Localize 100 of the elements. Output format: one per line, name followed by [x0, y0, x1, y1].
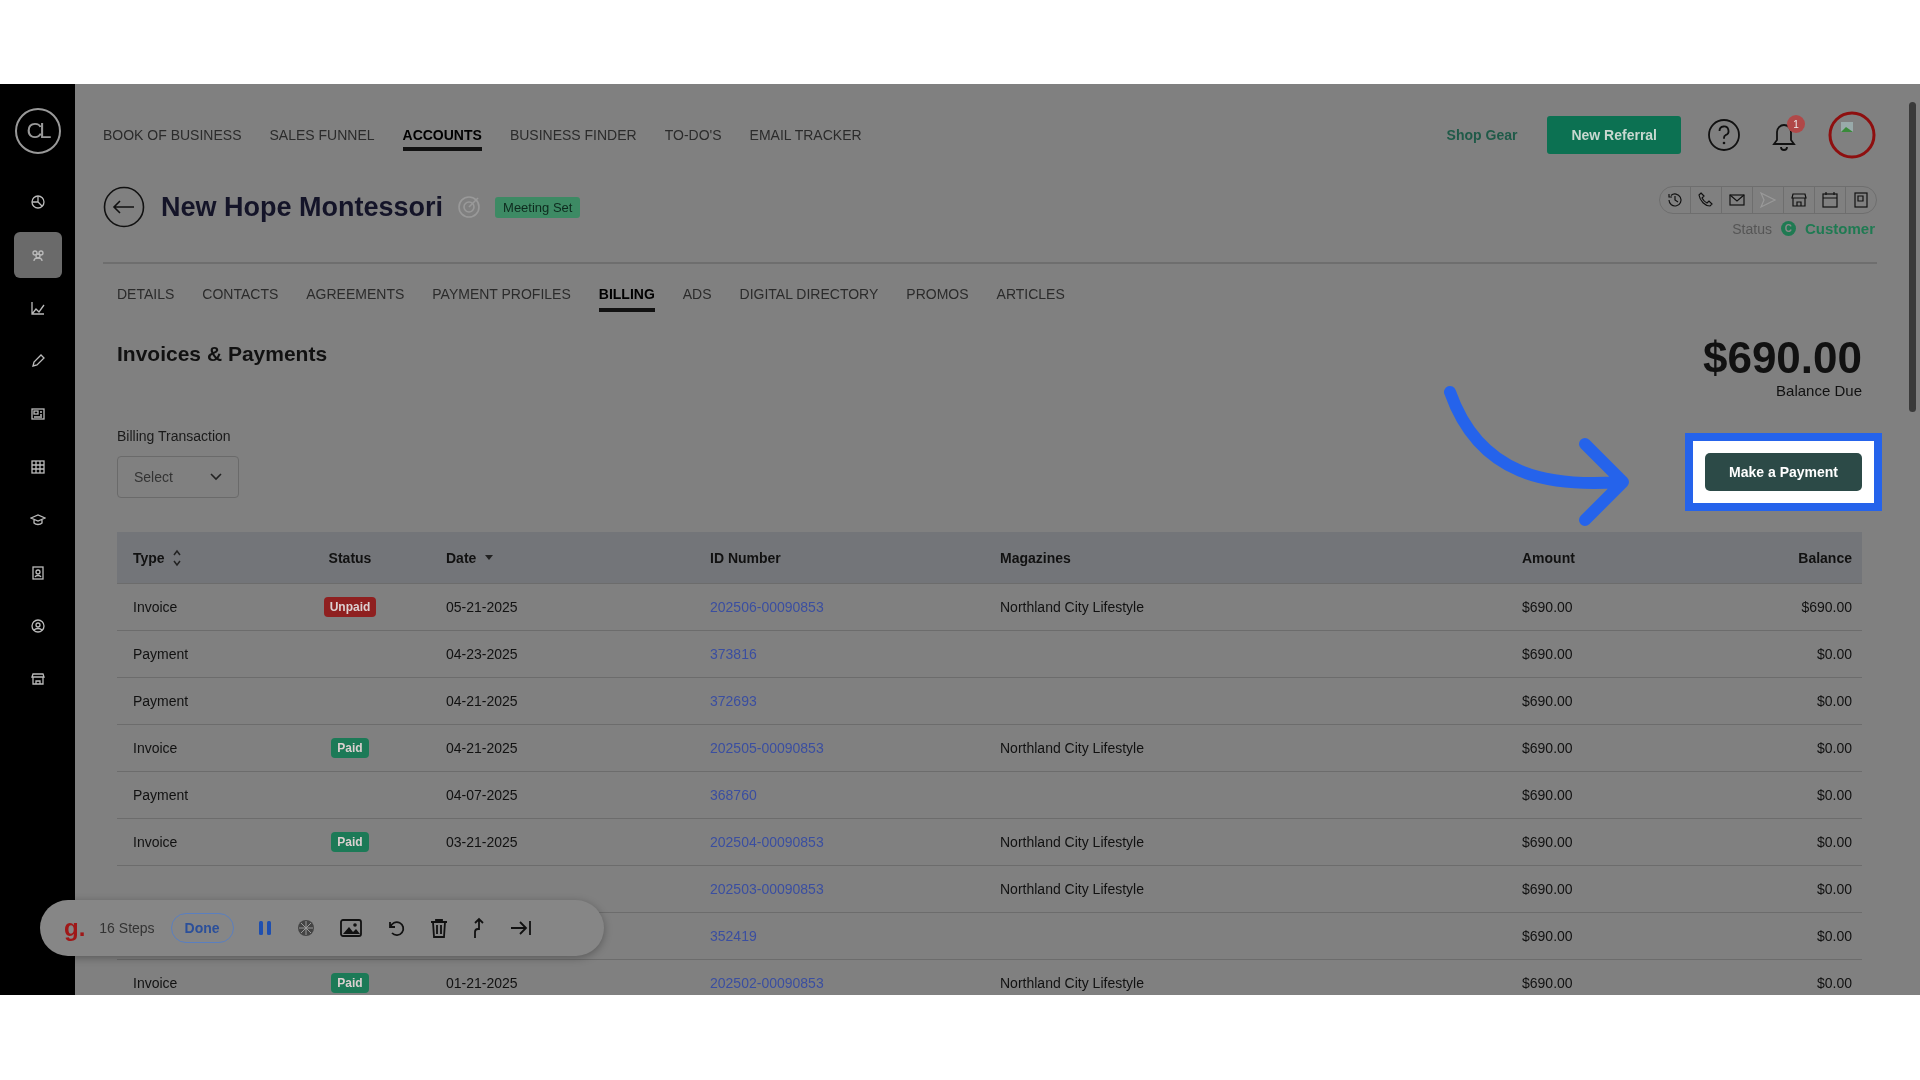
status-value: Customer: [1805, 220, 1875, 237]
table-cell: $0.00: [1816, 740, 1852, 756]
upload-arrow-icon[interactable]: [471, 917, 486, 939]
skip-icon[interactable]: [509, 920, 532, 936]
table-cell: $690.00: [1522, 881, 1573, 897]
table-cell: $690.00: [1522, 928, 1573, 944]
table-cell: Northland City Lifestyle: [1000, 599, 1144, 615]
sidebar-item[interactable]: [13, 232, 62, 278]
id-link[interactable]: 202504-00090853: [710, 834, 824, 850]
status-badge: Unpaid: [323, 597, 377, 617]
id-link[interactable]: 202506-00090853: [710, 599, 824, 615]
back-button[interactable]: [103, 186, 145, 228]
contact-book-icon: [29, 565, 46, 581]
status-badge: Paid: [331, 973, 369, 993]
table-cell: 05-21-2025: [446, 599, 518, 615]
select-dropdown[interactable]: Select: [117, 456, 239, 498]
table-cell: 04-21-2025: [446, 693, 518, 709]
table-cell: 04-23-2025: [446, 646, 518, 662]
column-header[interactable]: Balance: [1798, 549, 1852, 566]
tab[interactable]: ARTICLES: [996, 286, 1065, 312]
table-cell: $690.00: [1522, 787, 1573, 803]
table-cell: Invoice: [133, 599, 178, 615]
tab[interactable]: PAYMENT PROFILES: [432, 286, 571, 312]
column-header[interactable]: Amount: [1522, 549, 1575, 566]
sort-down-icon[interactable]: [484, 554, 495, 561]
column-header[interactable]: Magazines: [1000, 549, 1071, 566]
column-header[interactable]: ID Number: [710, 549, 781, 566]
id-link[interactable]: 202505-00090853: [710, 740, 824, 756]
balance-amount: $690.00: [1702, 334, 1862, 383]
new-referral-button[interactable]: New Referral: [1547, 116, 1681, 154]
table-cell: $0.00: [1816, 693, 1852, 709]
image-icon[interactable]: [339, 918, 362, 938]
id-link[interactable]: 372693: [710, 693, 757, 709]
store-icon[interactable]: [1790, 191, 1808, 209]
table-cell: Northland City Lifestyle: [1000, 834, 1144, 850]
tab[interactable]: DETAILS: [117, 286, 175, 312]
table-cell: $690.00: [1522, 740, 1573, 756]
trash-icon[interactable]: [429, 918, 448, 938]
column-header[interactable]: Date: [446, 549, 477, 566]
id-link[interactable]: 352419: [710, 928, 757, 944]
table-cell: $690.00: [1522, 975, 1573, 991]
table-cell: $0.00: [1816, 646, 1852, 662]
tab[interactable]: PROMOS: [906, 286, 969, 312]
people-icon: [29, 247, 46, 263]
make-payment-button[interactable]: Make a Payment: [1705, 453, 1862, 492]
help-icon[interactable]: [1707, 118, 1741, 152]
mail-icon[interactable]: [1728, 191, 1746, 209]
chevron-icon: [210, 473, 222, 481]
id-link[interactable]: 368760: [710, 787, 757, 803]
status-badge: Paid: [331, 738, 369, 758]
table-cell: Invoice: [133, 975, 178, 991]
table-cell: Payment: [133, 646, 189, 662]
tab[interactable]: DIGITAL DIRECTORY: [739, 286, 879, 312]
blur-icon[interactable]: [295, 918, 316, 938]
nav-link[interactable]: TO-DO'S: [664, 123, 722, 151]
table-cell: $690.00: [1522, 693, 1573, 709]
user-circle-icon: [29, 618, 46, 634]
shop-gear-link[interactable]: Shop Gear: [1446, 127, 1518, 143]
notification-count: 1: [1787, 115, 1805, 133]
avatar-icon[interactable]: [1827, 110, 1877, 160]
nav-link[interactable]: BOOK OF BUSINESS: [103, 123, 242, 151]
table-cell: $0.00: [1816, 787, 1852, 803]
nav-link[interactable]: SALES FUNNEL: [269, 123, 375, 151]
section-heading: Invoices & Payments: [117, 342, 328, 366]
nav-link[interactable]: EMAIL TRACKER: [749, 123, 862, 151]
table-cell: $0.00: [1816, 881, 1852, 897]
tab[interactable]: CONTACTS: [202, 286, 279, 312]
nav-link[interactable]: BUSINESS FINDER: [509, 123, 637, 151]
table-cell: Invoice: [133, 740, 178, 756]
table-cell: $690.00: [1522, 646, 1573, 662]
notebook-icon[interactable]: [1852, 191, 1870, 209]
grid-icon: [29, 459, 46, 475]
step-count: 16 Steps: [99, 920, 155, 936]
table-cell: $690.00: [1522, 834, 1573, 850]
recorder-logo: g.: [64, 914, 86, 942]
tab[interactable]: BILLING: [598, 286, 655, 312]
tab[interactable]: AGREEMENTS: [306, 286, 405, 312]
table-cell: $0.00: [1816, 834, 1852, 850]
column-header[interactable]: Type: [133, 549, 165, 566]
filter-label: Billing Transaction: [117, 428, 232, 444]
id-link[interactable]: 373816: [710, 646, 757, 662]
column-header[interactable]: Status: [328, 549, 372, 566]
id-link[interactable]: 202502-00090853: [710, 975, 824, 991]
phone-icon[interactable]: [1697, 191, 1715, 209]
table-cell: Payment: [133, 693, 189, 709]
table-cell: $690.00: [1522, 599, 1573, 615]
line-chart-icon: [29, 300, 46, 316]
calendar-icon[interactable]: [1821, 191, 1839, 209]
logo[interactable]: CL: [14, 108, 61, 154]
table-cell: $0.00: [1816, 975, 1852, 991]
nav-link[interactable]: ACCOUNTS: [402, 123, 482, 151]
table-cell: 01-21-2025: [446, 975, 518, 991]
history-icon[interactable]: [1666, 191, 1684, 209]
pencil-icon: [29, 353, 46, 369]
sort-icon[interactable]: [172, 548, 181, 567]
graduation-cap-icon: [29, 512, 46, 528]
id-link[interactable]: 202503-00090853: [710, 881, 824, 897]
table-cell: Northland City Lifestyle: [1000, 975, 1144, 991]
tab[interactable]: ADS: [682, 286, 712, 312]
table-cell: $0.00: [1816, 928, 1852, 944]
